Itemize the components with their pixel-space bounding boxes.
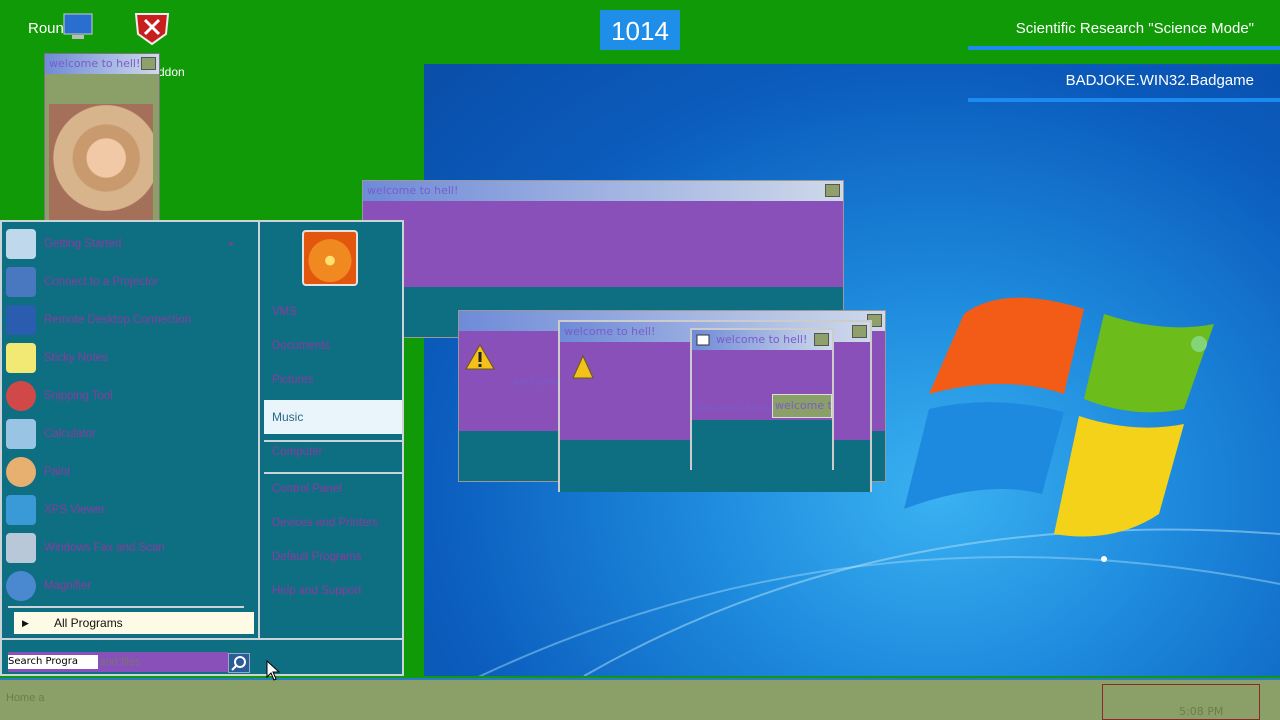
start-link-documents[interactable]: Documents (272, 340, 330, 352)
program-label: XPS Viewer (44, 504, 106, 516)
start-menu-programs: Getting Started ▸ Connect to a Projector… (2, 222, 256, 638)
warning-icon (465, 344, 495, 370)
program-label: Windows Fax and Scan (44, 542, 165, 554)
window-app-icon (696, 334, 710, 346)
welcome-window-mid-title: welcome to hell! (564, 325, 656, 338)
mouse-cursor-icon (266, 660, 281, 681)
program-item[interactable]: Getting Started ▸ (6, 226, 252, 262)
program-item[interactable]: XPS Viewer (6, 492, 252, 528)
malware-label: BADJOKE.WIN32.Badgame (968, 66, 1280, 102)
warning-icon-small (572, 354, 594, 379)
welcome-button[interactable]: welcome to hell! (772, 394, 832, 418)
welcome-window-small-close-button[interactable] (814, 333, 829, 346)
all-programs-button[interactable]: ▶ All Programs (14, 612, 254, 634)
mode-label-underline (968, 46, 1280, 50)
program-item[interactable]: Remote Desktop Connection (6, 302, 252, 338)
photo-window-close-button[interactable] (141, 57, 156, 70)
projector-icon (6, 267, 36, 297)
welcome-window-back-text: welcome (513, 375, 563, 388)
photo-window-titlebar[interactable]: welcome to hell! (45, 54, 159, 74)
welcome-window-small-title: welcome to hell! (716, 333, 808, 346)
malware-label-text: BADJOKE.WIN32.Badgame (1065, 72, 1254, 89)
start-link-pictures[interactable]: Pictures (272, 374, 314, 386)
search-icon (231, 656, 246, 671)
start-link-default-programs[interactable]: Default Programs (272, 551, 361, 563)
welcome-window-mid-close-button[interactable] (852, 325, 867, 338)
program-label: Getting Started (44, 238, 122, 250)
error-shield-desktop-icon[interactable] (132, 10, 172, 50)
program-label: Remote Desktop Connection (44, 314, 192, 326)
program-label: Connect to a Projector (44, 276, 159, 288)
program-item[interactable]: Snipping Tool (6, 378, 252, 414)
welcome-window-small[interactable]: welcome to hell! welcome to hell! welcom… (690, 328, 834, 470)
welcome-window-large-close-button[interactable] (825, 184, 840, 197)
user-picture-avatar[interactable] (302, 230, 358, 286)
program-label: Paint (44, 466, 71, 478)
snipping-tool-icon (6, 381, 36, 411)
taskbar: Home a 5:08 PM (0, 678, 1280, 720)
start-link-devices-printers[interactable]: Devices and Printers (272, 517, 378, 529)
girl-portrait-image (49, 104, 153, 224)
desktop-icon-label: ddon (158, 65, 185, 79)
remote-desktop-icon (6, 305, 36, 335)
program-item[interactable]: Connect to a Projector (6, 264, 252, 300)
computer-desktop-icon[interactable] (58, 12, 98, 48)
sticky-notes-icon (6, 343, 36, 373)
start-link-control-panel[interactable]: Control Panel (272, 483, 342, 495)
error-shield-icon (134, 13, 170, 46)
clock-time: 5:08 PM (1179, 705, 1224, 718)
search-separator (2, 638, 404, 640)
welcome-window-small-footer (692, 420, 832, 470)
program-label: Sticky Notes (44, 352, 108, 364)
mode-label-text: Scientific Research "Science Mode" (1015, 20, 1254, 37)
search-glitch-overlay: Search Progra (8, 655, 98, 669)
search-button[interactable] (228, 653, 250, 673)
program-item[interactable]: Windows Fax and Scan (6, 530, 252, 566)
getting-started-icon (6, 229, 36, 259)
program-item[interactable]: Calculator (6, 416, 252, 452)
welcome-window-small-titlebar[interactable]: welcome to hell! (692, 330, 832, 350)
photo-window[interactable]: welcome to hell! (44, 53, 160, 224)
mode-label: Scientific Research "Science Mode" (968, 14, 1280, 50)
xps-viewer-icon (6, 495, 36, 525)
program-item[interactable]: Sticky Notes (6, 340, 252, 376)
start-link-music[interactable]: Music (264, 400, 402, 434)
programs-separator (8, 606, 244, 608)
all-programs-label: All Programs (54, 616, 123, 630)
start-menu[interactable]: Getting Started ▸ Connect to a Projector… (0, 220, 404, 676)
chevron-right-icon: ▶ (22, 618, 29, 628)
welcome-window-large-title: welcome to hell! (367, 184, 459, 197)
paint-icon (6, 457, 36, 487)
places-separator (264, 472, 402, 474)
welcome-window-large-titlebar[interactable]: welcome to hell! (363, 181, 843, 201)
program-item[interactable]: Magnifier (6, 568, 252, 604)
start-link-user[interactable]: VMS (272, 306, 297, 318)
malware-label-underline (968, 98, 1280, 102)
start-link-help-support[interactable]: Help and Support (272, 585, 362, 597)
computer-icon (63, 13, 93, 39)
start-link-computer[interactable]: Computer (272, 446, 323, 458)
submenu-arrow-icon: ▸ (229, 239, 234, 249)
taskbar-left-text[interactable]: Home a (6, 692, 45, 704)
score-counter: 1014 (600, 10, 680, 50)
fax-icon (6, 533, 36, 563)
program-label: Snipping Tool (44, 390, 113, 402)
places-separator-top (264, 440, 402, 442)
magnifier-icon (6, 571, 36, 601)
program-label: Calculator (44, 428, 96, 440)
program-item[interactable]: Paint (6, 454, 252, 490)
taskbar-clock[interactable]: 5:08 PM (1102, 684, 1260, 720)
program-label: Magnifier (44, 580, 92, 592)
photo-window-title: welcome to hell! (49, 57, 141, 70)
calculator-icon (6, 419, 36, 449)
